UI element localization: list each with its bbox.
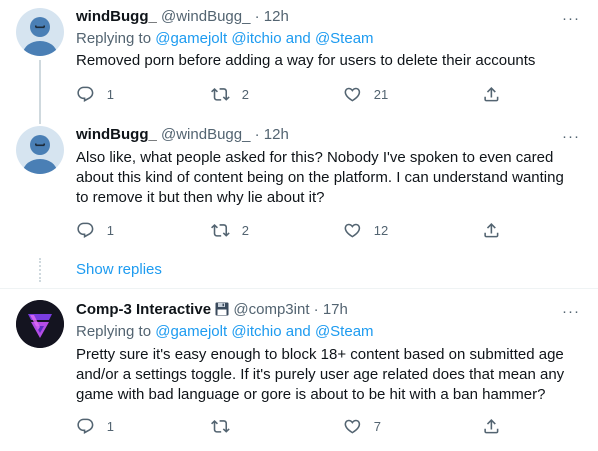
avatar[interactable] <box>16 8 64 56</box>
share-button[interactable] <box>482 416 501 436</box>
tweet-actions: 1 2 21 <box>76 84 508 104</box>
reply-count: 1 <box>106 418 114 434</box>
share-button[interactable] <box>482 220 501 240</box>
like-button[interactable]: 12 <box>343 220 388 240</box>
reply-button[interactable]: 1 <box>76 220 114 240</box>
replying-to: Replying to @gamejolt @itchio and @Steam <box>76 29 374 49</box>
mention-and[interactable]: and <box>286 323 311 340</box>
comp3-logo-icon <box>16 300 64 348</box>
heart-icon <box>344 87 361 102</box>
more-icon[interactable]: ··· <box>562 11 580 26</box>
mention-and[interactable]: and <box>286 30 311 47</box>
reply-icon <box>77 86 94 102</box>
display-name[interactable]: windBugg_ <box>76 8 157 25</box>
mention-steam[interactable]: @Steam <box>315 30 374 47</box>
retweet-count: 2 <box>241 222 249 238</box>
more-icon[interactable]: ··· <box>562 304 580 319</box>
mention-itchio[interactable]: @itchio <box>231 323 281 340</box>
timestamp[interactable]: 12h <box>264 8 289 25</box>
share-icon <box>484 222 499 238</box>
user-handle[interactable]: @windBugg_ <box>161 8 250 25</box>
reply-button[interactable]: 1 <box>76 84 114 104</box>
like-button[interactable]: 21 <box>343 84 388 104</box>
replying-to-label: Replying to <box>76 323 152 340</box>
like-count: 21 <box>373 86 389 102</box>
tweet-2[interactable]: windBugg_ @windBugg_ · 12h ··· Also like… <box>0 114 598 288</box>
tweet-1[interactable]: windBugg_ @windBugg_ · 12h ··· Replying … <box>0 0 598 118</box>
mention-gamejolt[interactable]: @gamejolt <box>155 30 227 47</box>
default-avatar-icon <box>23 17 57 56</box>
retweet-button[interactable] <box>211 416 242 436</box>
reply-count: 1 <box>106 86 114 102</box>
retweet-button[interactable]: 2 <box>211 84 249 104</box>
more-icon[interactable]: ··· <box>562 129 580 144</box>
default-avatar-icon <box>23 135 57 174</box>
retweet-icon <box>211 419 230 433</box>
replying-to-label: Replying to <box>76 30 152 47</box>
mention-steam[interactable]: @Steam <box>315 323 374 340</box>
retweet-icon <box>211 223 230 237</box>
retweet-button[interactable]: 2 <box>211 220 249 240</box>
reply-count: 1 <box>106 222 114 238</box>
reply-icon <box>77 418 94 434</box>
user-handle[interactable]: @windBugg_ <box>161 126 250 143</box>
reply-icon <box>77 222 94 238</box>
avatar[interactable] <box>16 300 64 348</box>
separator-dot: · <box>254 126 260 143</box>
timestamp[interactable]: 17h <box>323 301 348 318</box>
mention-itchio[interactable]: @itchio <box>231 30 281 47</box>
user-handle[interactable]: @comp3int <box>233 301 309 318</box>
timestamp[interactable]: 12h <box>264 126 289 143</box>
tweet-header: windBugg_ @windBugg_ · 12h <box>76 7 289 27</box>
like-count: 12 <box>373 222 389 238</box>
tweet-text: Pretty sure it's easy enough to block 18… <box>76 346 565 403</box>
tweet-header: Comp-3 Interactive @comp3int · 17h <box>76 300 348 320</box>
thread-line <box>39 114 41 124</box>
share-button[interactable] <box>482 84 501 104</box>
like-button[interactable]: 7 <box>343 416 381 436</box>
tweet-text: Also like, what people asked for this? N… <box>76 149 564 206</box>
mention-gamejolt[interactable]: @gamejolt <box>155 323 227 340</box>
reply-button[interactable]: 1 <box>76 416 114 436</box>
share-icon <box>484 418 499 434</box>
tweet-text: Removed porn before adding a way for use… <box>76 52 536 69</box>
like-count: 7 <box>373 418 381 434</box>
heart-icon <box>344 419 361 434</box>
heart-icon <box>344 223 361 238</box>
separator-dot: · <box>254 8 260 25</box>
replying-to: Replying to @gamejolt @itchio and @Steam <box>76 322 374 342</box>
tweet-header: windBugg_ @windBugg_ · 12h <box>76 125 289 145</box>
avatar[interactable] <box>16 126 64 174</box>
tweet-actions: 1 7 <box>76 416 508 436</box>
floppy-disk-icon <box>215 302 229 316</box>
thread-line <box>39 60 41 118</box>
tweet-actions: 1 2 12 <box>76 220 508 240</box>
retweet-count: 2 <box>241 86 249 102</box>
display-name[interactable]: Comp-3 Interactive <box>76 301 211 318</box>
retweet-icon <box>211 87 230 101</box>
share-icon <box>484 86 499 102</box>
show-replies-link[interactable]: Show replies <box>76 261 162 278</box>
tweet-3[interactable]: Comp-3 Interactive @comp3int · 17h ··· R… <box>0 289 598 451</box>
display-name[interactable]: windBugg_ <box>76 126 157 143</box>
separator-dot: · <box>313 301 319 318</box>
more-replies-connector <box>39 258 43 282</box>
